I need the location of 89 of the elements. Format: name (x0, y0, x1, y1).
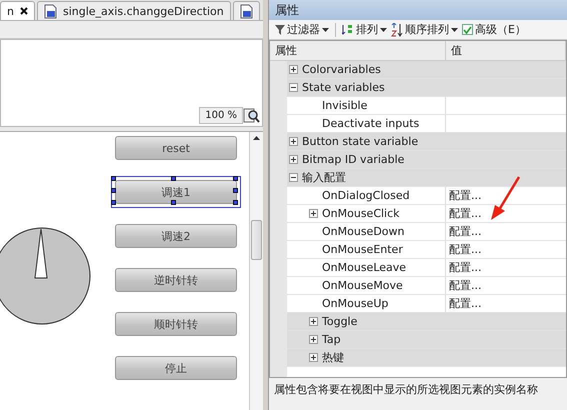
property-name: 热键 (322, 350, 344, 365)
selection-handle[interactable] (111, 176, 116, 181)
property-name: Deactivate inputs (322, 117, 420, 130)
property-name: OnDialogClosed (322, 189, 410, 202)
hmi-button[interactable]: 停止 (115, 356, 237, 380)
property-value[interactable]: 配置... (449, 188, 482, 203)
expand-icon[interactable] (309, 353, 318, 362)
property-name: 输入配置 (302, 170, 346, 185)
property-value[interactable]: 配置... (449, 206, 482, 221)
toolbar-dropdown[interactable]: 顺序排列 (391, 22, 458, 37)
property-row[interactable]: OnMouseUp 配置... (287, 295, 566, 313)
column-header: 值 (446, 41, 566, 60)
document-icon (44, 4, 57, 18)
close-icon[interactable] (20, 7, 28, 15)
property-name: Invisible (322, 99, 368, 112)
property-row[interactable]: OnMouseDown 配置... (287, 223, 566, 241)
selection-handle[interactable] (111, 188, 116, 193)
collapse-icon[interactable] (289, 173, 298, 182)
selection-handle[interactable] (233, 188, 238, 193)
zoom-level[interactable]: 100 % (199, 107, 243, 124)
property-value[interactable]: 配置... (449, 260, 482, 275)
caret-icon (451, 28, 458, 32)
expand-icon[interactable] (309, 317, 318, 326)
property-name: OnMouseEnter (322, 243, 403, 256)
hmi-button[interactable]: reset (115, 136, 237, 160)
property-value[interactable]: 配置... (449, 242, 482, 257)
property-name: Toggle (322, 315, 358, 328)
category-row[interactable]: Colorvariables (287, 61, 566, 79)
property-name: Bitmap ID variable (302, 153, 404, 166)
hmi-button[interactable]: 顺时针转 (115, 312, 237, 336)
property-row[interactable]: Deactivate inputs (287, 115, 566, 133)
property-name: OnMouseDown (322, 225, 404, 238)
zoom-icon[interactable] (243, 107, 260, 124)
property-name: Tap (322, 333, 341, 346)
advanced-checkbox[interactable]: 高级（E） (462, 22, 526, 37)
expand-icon[interactable] (289, 65, 298, 74)
property-name: OnMouseUp (322, 297, 388, 310)
document-icon (240, 4, 253, 18)
sort-az-icon (391, 22, 403, 36)
property-name: Colorvariables (302, 63, 381, 76)
editor-tab[interactable] (232, 1, 260, 20)
hmi-button[interactable]: 调速2 (115, 224, 237, 248)
category-row[interactable]: 输入配置 (287, 169, 566, 187)
property-name: OnMouseLeave (322, 261, 406, 274)
property-name: OnMouseClick (322, 207, 400, 220)
column-header: 属性 (270, 41, 446, 60)
property-row[interactable]: OnMouseEnter 配置... (287, 241, 566, 259)
editor-tab[interactable]: single_axis.changgeDirection (36, 1, 231, 20)
property-name: OnMouseMove (322, 279, 403, 292)
category-row[interactable]: Bitmap ID variable (287, 151, 566, 169)
property-value[interactable]: 配置... (449, 296, 482, 311)
annotation-arrow (489, 176, 521, 222)
caret-icon (322, 28, 329, 32)
category-row[interactable]: 热键 (287, 349, 566, 367)
category-row[interactable]: Toggle (287, 313, 566, 331)
expand-icon[interactable] (289, 137, 298, 146)
selection-handle[interactable] (171, 200, 176, 205)
property-value[interactable]: 配置... (449, 278, 482, 293)
selection-handle[interactable] (111, 200, 116, 205)
property-row[interactable]: OnMouseMove 配置... (287, 277, 566, 295)
property-row[interactable]: Invisible (287, 97, 566, 115)
category-row[interactable]: Tap (287, 331, 566, 349)
selection-handle[interactable] (233, 176, 238, 181)
property-row[interactable]: OnMouseClick 配置... (287, 205, 566, 223)
toolbar-dropdown[interactable]: 过滤器 (275, 22, 329, 37)
toolbar-dropdown[interactable]: 排列 (342, 22, 387, 37)
expand-icon[interactable] (289, 155, 298, 164)
category-row[interactable]: State variables (287, 79, 566, 97)
caret-icon (380, 28, 387, 32)
property-value[interactable]: 配置... (449, 224, 482, 239)
expand-icon[interactable] (309, 209, 318, 218)
editor-tab[interactable]: n (0, 1, 35, 20)
checkbox[interactable] (462, 24, 473, 35)
selection-handle[interactable] (171, 176, 176, 181)
property-name: Button state variable (302, 135, 418, 148)
property-row[interactable]: OnDialogClosed 配置... (287, 187, 566, 205)
collapse-icon[interactable] (289, 83, 298, 92)
filter-icon (275, 24, 285, 34)
hmi-button[interactable]: 逆时针转 (115, 268, 237, 292)
check-icon (463, 26, 472, 34)
sort-icon (342, 24, 354, 35)
panel-title: 属性 (269, 0, 567, 20)
category-row[interactable]: Button state variable (287, 133, 566, 151)
scrollbar-thumb[interactable] (251, 220, 262, 260)
selection-handle[interactable] (233, 200, 238, 205)
scroll-up-icon[interactable] (253, 136, 260, 140)
expand-icon[interactable] (309, 335, 318, 344)
property-row[interactable]: OnMouseLeave 配置... (287, 259, 566, 277)
property-name: State variables (302, 81, 385, 94)
